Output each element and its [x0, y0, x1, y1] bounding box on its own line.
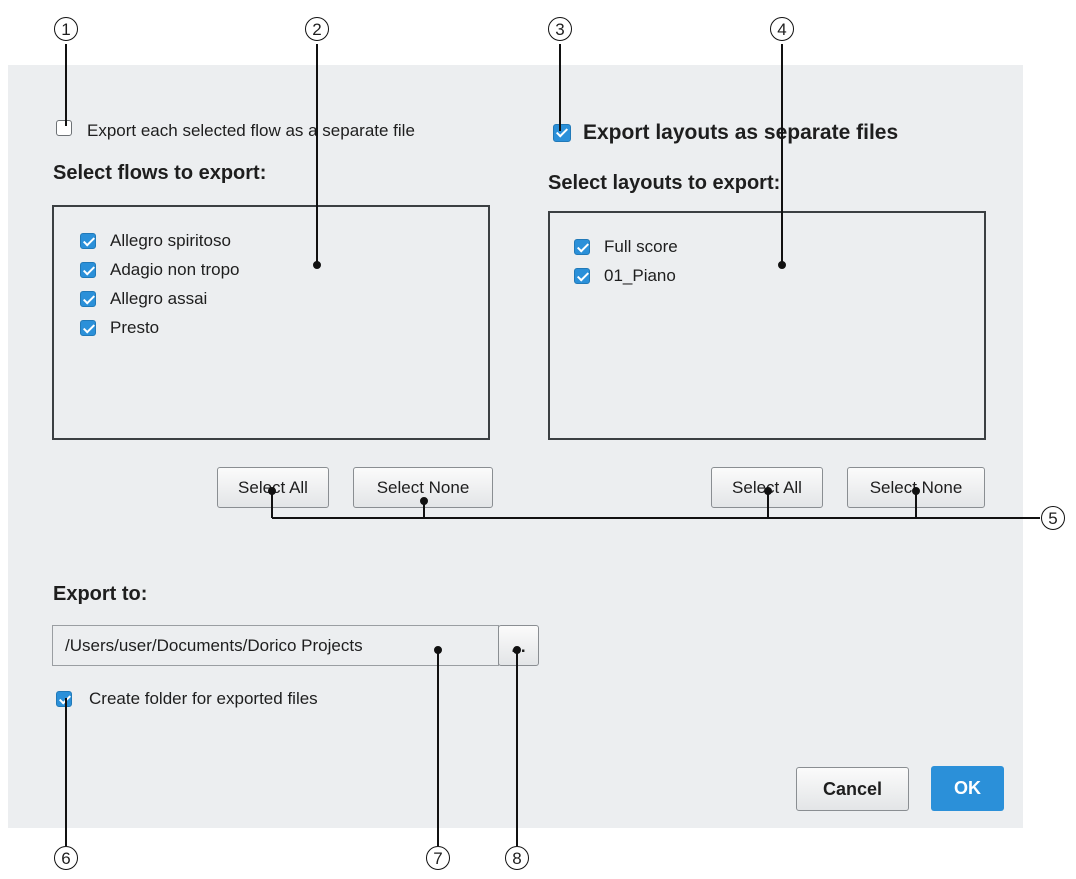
callout-3: 3	[548, 17, 572, 41]
callout-5: 5	[1041, 506, 1065, 530]
callout-2: 2	[305, 17, 329, 41]
callout-4: 4	[770, 17, 794, 41]
callout-6: 6	[54, 846, 78, 870]
callout-leaders	[65, 44, 1040, 846]
callout-8: 8	[505, 846, 529, 870]
callout-7: 7	[426, 846, 450, 870]
callout-1: 1	[54, 17, 78, 41]
